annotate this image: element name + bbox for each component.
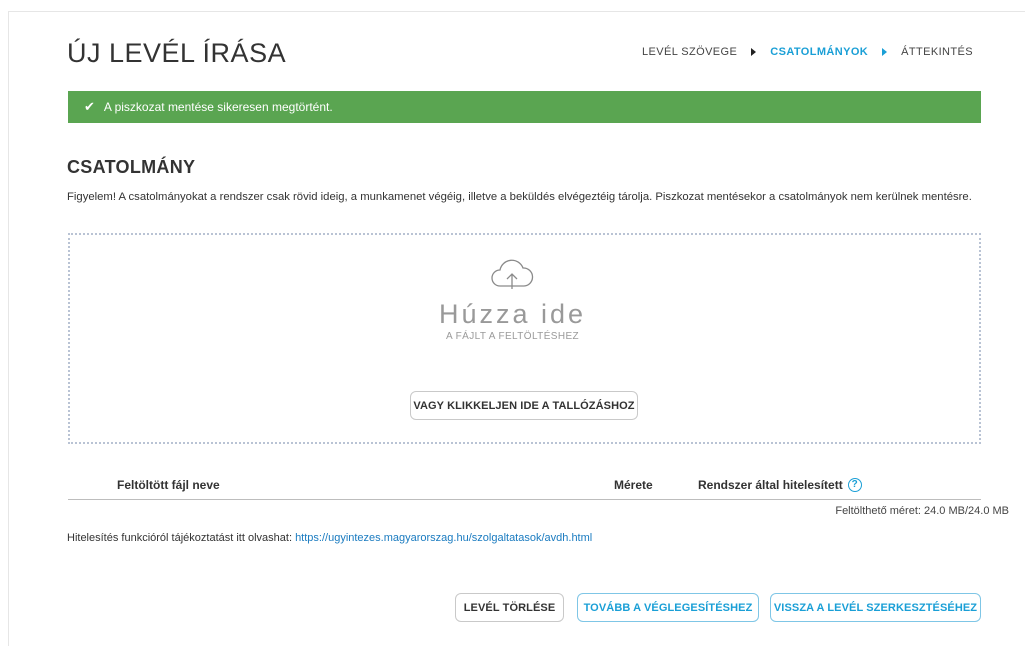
column-size: Mérete — [614, 478, 653, 492]
back-to-edit-button[interactable]: VISSZA A LEVÉL SZERKESZTÉSÉHEZ — [770, 593, 981, 622]
check-icon: ✔ — [84, 99, 95, 114]
page-title: ÚJ LEVÉL ÍRÁSA — [67, 38, 287, 68]
step-attachments[interactable]: CSATOLMÁNYOK — [770, 46, 868, 58]
column-certified: Rendszer által hitelesített ? — [698, 478, 862, 492]
upload-quota: Feltölthető méret: 24.0 MB/24.0 MB — [835, 505, 1009, 517]
step-overview[interactable]: ÁTTEKINTÉS — [901, 46, 973, 58]
attachment-notice: Figyelem! A csatolmányokat a rendszer cs… — [67, 191, 972, 203]
delete-letter-button[interactable]: LEVÉL TÖRLÉSE — [455, 593, 564, 622]
success-alert: ✔ A piszkozat mentése sikeresen megtörté… — [68, 91, 981, 123]
quota-value: 24.0 MB/24.0 MB — [924, 505, 1009, 517]
section-title: CSATOLMÁNY — [67, 157, 196, 177]
browse-button[interactable]: VAGY KLIKKELJEN IDE A TALLÓZÁSHOZ — [410, 391, 638, 420]
step-message-text[interactable]: LEVÉL SZÖVEGE — [642, 46, 737, 58]
quota-label: Feltölthető méret: — [835, 505, 921, 517]
avdh-link[interactable]: https://ugyintezes.magyarorszag.hu/szolg… — [295, 532, 592, 544]
info-text: Hitelesítés funkcióról tájékoztatást itt… — [67, 532, 292, 544]
step-arrow-icon — [882, 48, 888, 56]
finalize-button[interactable]: TOVÁBB A VÉGLEGESÍTÉSHEZ — [577, 593, 759, 622]
wizard-steps: LEVÉL SZÖVEGE CSATOLMÁNYOK ÁTTEKINTÉS — [642, 46, 973, 58]
cloud-upload-icon — [488, 256, 536, 297]
dropzone-subtitle: A FÁJLT A FELTÖLTÉSHEZ — [445, 331, 580, 342]
question-circle-icon[interactable]: ? — [847, 478, 862, 492]
column-certified-label: Rendszer által hitelesített — [698, 478, 843, 492]
dropzone-title: Húzza ide — [438, 299, 587, 329]
certification-info: Hitelesítés funkcióról tájékoztatást itt… — [67, 532, 592, 544]
step-arrow-icon — [751, 48, 757, 56]
file-table-header: Feltöltött fájl neve Mérete Rendszer ált… — [68, 472, 981, 500]
column-file-name: Feltöltött fájl neve — [117, 478, 220, 492]
alert-text: A piszkozat mentése sikeresen megtörtént… — [103, 100, 333, 114]
